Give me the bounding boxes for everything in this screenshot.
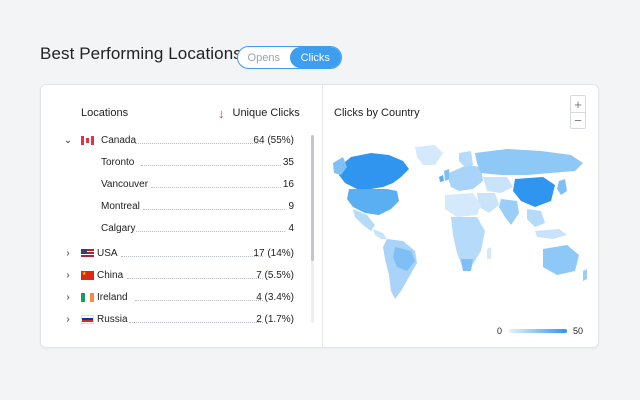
flag-usa-icon (81, 248, 94, 258)
chevron-down-icon[interactable]: ⌄ (63, 135, 73, 146)
list-item-montreal: Montreal 9 (41, 198, 311, 214)
map-region-australia[interactable] (543, 245, 579, 275)
map-region-china[interactable] (513, 177, 555, 207)
world-map[interactable] (331, 143, 589, 303)
city-name: Montreal (101, 200, 140, 212)
map-region-japan[interactable] (557, 179, 567, 195)
map-region-russia[interactable] (475, 149, 583, 175)
city-name: Vancouver (101, 178, 149, 190)
city-name: Calgary (101, 222, 136, 234)
dotted-leader (121, 256, 263, 257)
flag-russia-icon (81, 314, 94, 324)
dotted-leader (136, 231, 285, 232)
map-region-south-africa[interactable] (461, 259, 473, 271)
list-item-canada[interactable]: ⌄ Canada 64 (55%) (41, 132, 311, 148)
dotted-leader (143, 209, 285, 210)
map-region-new-zealand[interactable] (583, 269, 587, 281)
country-value: 64 (55%) (253, 134, 294, 146)
chevron-right-icon[interactable]: › (63, 248, 73, 259)
city-value: 4 (288, 222, 294, 234)
list-item-ireland[interactable]: › Ireland 4 (3.4%) (41, 289, 311, 305)
list-item-calgary: Calgary 4 (41, 220, 311, 236)
legend-gradient-bar (509, 329, 567, 333)
page-title: Best Performing Locations (40, 44, 242, 63)
dotted-leader (135, 143, 263, 144)
map-region-greenland[interactable] (415, 145, 443, 165)
map-region-central-asia[interactable] (483, 177, 513, 193)
dotted-leader (141, 165, 281, 166)
map-region-ireland[interactable] (439, 175, 444, 182)
country-value: 2 (1.7%) (256, 313, 294, 325)
column-header-locations[interactable]: Locations (81, 107, 128, 119)
arrow-down-icon[interactable]: ↓ (218, 107, 225, 120)
list-scrollbar[interactable] (311, 135, 314, 323)
toggle-clicks[interactable]: Clicks (289, 47, 341, 68)
country-value: 17 (14%) (253, 247, 294, 259)
city-value: 16 (282, 178, 294, 190)
map-region-middle-east[interactable] (477, 193, 499, 213)
chevron-right-icon[interactable]: › (63, 270, 73, 281)
country-name: Ireland (97, 291, 128, 303)
chevron-right-icon[interactable]: › (63, 314, 73, 325)
map-region-central-america[interactable] (373, 229, 387, 239)
list-item-vancouver: Vancouver 16 (41, 176, 311, 192)
metric-toggle: Opens Clicks (237, 46, 342, 69)
map-zoom-controls: + − (570, 95, 586, 129)
map-region-europe[interactable] (449, 165, 483, 191)
map-region-north-africa[interactable] (445, 193, 481, 217)
scrollbar-thumb[interactable] (311, 135, 314, 261)
city-value: 35 (282, 156, 294, 168)
country-name: China (97, 269, 124, 281)
country-value: 7 (5.5%) (256, 269, 294, 281)
country-name: Canada (101, 134, 137, 146)
chevron-right-icon[interactable]: › (63, 292, 73, 303)
flag-china-icon: ★ (81, 270, 94, 280)
city-name: Toronto (101, 156, 135, 168)
dotted-leader (151, 187, 281, 188)
list-item-russia[interactable]: › Russia 2 (1.7%) (41, 311, 311, 327)
dotted-leader (129, 322, 263, 323)
locations-card: Locations ↓ Unique Clicks ⌄ Canada 64 (5… (40, 84, 599, 348)
map-title: Clicks by Country (334, 107, 420, 119)
panel-divider (322, 85, 323, 347)
toggle-opens[interactable]: Opens (238, 47, 290, 68)
city-value: 9 (288, 200, 294, 212)
map-region-southeast-asia[interactable] (527, 209, 545, 227)
zoom-out-button[interactable]: − (571, 112, 585, 128)
legend-max-label: 50 (573, 326, 584, 336)
legend-min-label: 0 (497, 326, 503, 336)
dotted-leader (127, 278, 263, 279)
column-header-unique-clicks[interactable]: ↓ Unique Clicks (218, 107, 300, 120)
list-item-toronto: Toronto 35 (41, 154, 311, 170)
map-region-madagascar[interactable] (487, 247, 491, 259)
zoom-in-button[interactable]: + (571, 96, 585, 112)
list-item-china[interactable]: › ★ China 7 (5.5%) (41, 267, 311, 283)
map-region-canada[interactable] (339, 153, 409, 189)
country-name: USA (97, 247, 118, 259)
flag-canada-icon (81, 135, 94, 145)
map-region-south-america[interactable] (383, 239, 417, 299)
map-region-india[interactable] (499, 199, 519, 225)
country-value: 4 (3.4%) (256, 291, 294, 303)
map-region-scandinavia[interactable] (459, 151, 473, 167)
column-header-unique-clicks-label: Unique Clicks (232, 107, 300, 119)
map-region-indonesia[interactable] (535, 229, 567, 239)
flag-ireland-icon (81, 292, 94, 302)
country-name: Russia (97, 313, 128, 325)
list-item-usa[interactable]: › USA 17 (14%) (41, 245, 311, 261)
dotted-leader (135, 300, 263, 301)
